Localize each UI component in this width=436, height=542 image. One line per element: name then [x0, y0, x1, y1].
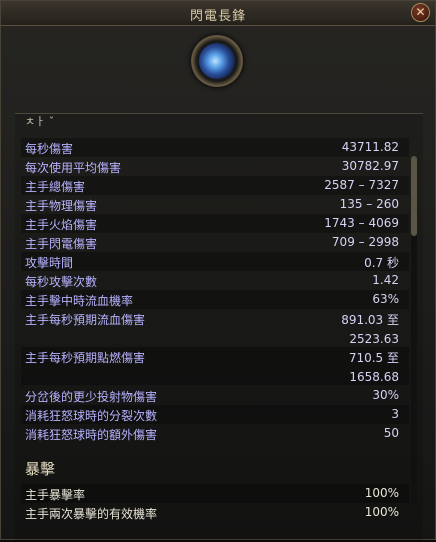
stat-value-min: 891.03 至: [341, 313, 399, 327]
stat-label: 主手擊中時流血機率: [25, 294, 134, 308]
stat-row-fire-damage: 主手火焰傷害 1743 – 4069: [21, 214, 409, 233]
lightning-skill-icon: [199, 43, 235, 79]
stat-value: 135 – 260: [339, 197, 399, 211]
title-bar: 閃電長鋒 ✕: [1, 1, 435, 26]
stat-row-double-crit-chance: 主手兩次暴擊的有效機率 100%: [21, 503, 409, 522]
stat-value: 100%: [364, 505, 399, 519]
stat-label: 主手物理傷害: [25, 199, 98, 213]
stat-value: 30%: [372, 388, 399, 402]
stat-label: 主手暴擊率: [25, 488, 86, 502]
stat-row-bleed-dps: 主手每秒預期流血傷害 891.03 至 2523.63: [21, 309, 409, 347]
stat-value: 1743 – 4069: [324, 216, 399, 230]
stat-label: 每次使用平均傷害: [25, 161, 122, 175]
stat-label: 每秒傷害: [25, 142, 74, 156]
stat-row-lightning-damage: 主手閃電傷害 709 – 2998: [21, 233, 409, 252]
stat-label: 每秒攻擊次數: [25, 275, 98, 289]
stat-row-avg-damage: 每次使用平均傷害 30782.97: [21, 157, 409, 176]
stat-label: 分岔後的更少投射物傷害: [25, 390, 158, 404]
scrollbar[interactable]: [411, 156, 417, 506]
stat-label: 主手總傷害: [25, 180, 86, 194]
stat-row-extra-damage: 消耗狂怒球時的額外傷害 50: [21, 424, 409, 443]
crit-section-title: 暴擊: [25, 460, 56, 478]
close-icon[interactable]: ✕: [411, 3, 430, 22]
stat-row-crit-chance: 主手暴擊率 100%: [21, 484, 409, 503]
panel-tab-stub: ㅊㅏ ˇ: [25, 115, 55, 128]
stat-value: 0.7 秒: [364, 256, 399, 270]
window-title: 閃電長鋒: [189, 9, 246, 24]
stat-row-fork-less-damage: 分岔後的更少投射物傷害 30%: [21, 386, 409, 405]
stat-row-attacks-per-second: 每秒攻擊次數 1.42: [21, 271, 409, 290]
stat-value: 3: [391, 407, 399, 421]
stat-value: 100%: [364, 486, 399, 500]
stat-row-split-count: 消耗狂怒球時的分裂次數 3: [21, 405, 409, 424]
stat-value: 891.03 至 2523.63: [341, 311, 399, 349]
stat-label: 主手閃電傷害: [25, 237, 98, 251]
stat-label: 消耗狂怒球時的分裂次數: [25, 409, 158, 423]
stat-value: 63%: [372, 292, 399, 306]
stat-row-bleed-chance: 主手擊中時流血機率 63%: [21, 290, 409, 309]
skill-emblem: [191, 35, 243, 87]
stat-value-max: 1658.68: [349, 370, 399, 384]
stat-value: 43711.82: [341, 140, 399, 154]
stat-row-dps: 每秒傷害 43711.82: [21, 138, 409, 157]
stat-row-ignite-dps: 主手每秒預期點燃傷害 710.5 至 1658.68: [21, 347, 409, 385]
stat-value: 1.42: [372, 273, 399, 287]
stat-label: 攻擊時間: [25, 256, 74, 270]
stats-window: 閃電長鋒 ✕ ㅊㅏ ˇ 每秒傷害 43711.82 每次使用平均傷害 30782…: [0, 0, 436, 542]
stat-label: 主手兩次暴擊的有效機率: [25, 507, 158, 521]
stat-value: 30782.97: [341, 159, 399, 173]
stat-row-physical-damage: 主手物理傷害 135 – 260: [21, 195, 409, 214]
stat-value: 50: [383, 426, 399, 440]
stat-value: 710.5 至 1658.68: [349, 349, 399, 387]
stat-label: 消耗狂怒球時的額外傷害: [25, 428, 158, 442]
stats-panel: ㅊㅏ ˇ 每秒傷害 43711.82 每次使用平均傷害 30782.97 主手總…: [15, 113, 423, 542]
stat-row-total-damage: 主手總傷害 2587 – 7327: [21, 176, 409, 195]
stat-row-attack-time: 攻擊時間 0.7 秒: [21, 252, 409, 271]
stat-value-min: 710.5 至: [348, 351, 399, 365]
scrollbar-thumb[interactable]: [411, 156, 417, 236]
stat-value-max: 2523.63: [349, 332, 399, 346]
stat-value: 2587 – 7327: [324, 178, 399, 192]
stat-label: 主手火焰傷害: [25, 218, 98, 232]
stat-label: 主手每秒預期流血傷害: [25, 313, 146, 327]
stat-label: 主手每秒預期點燃傷害: [25, 351, 146, 365]
stat-value: 709 – 2998: [331, 235, 399, 249]
